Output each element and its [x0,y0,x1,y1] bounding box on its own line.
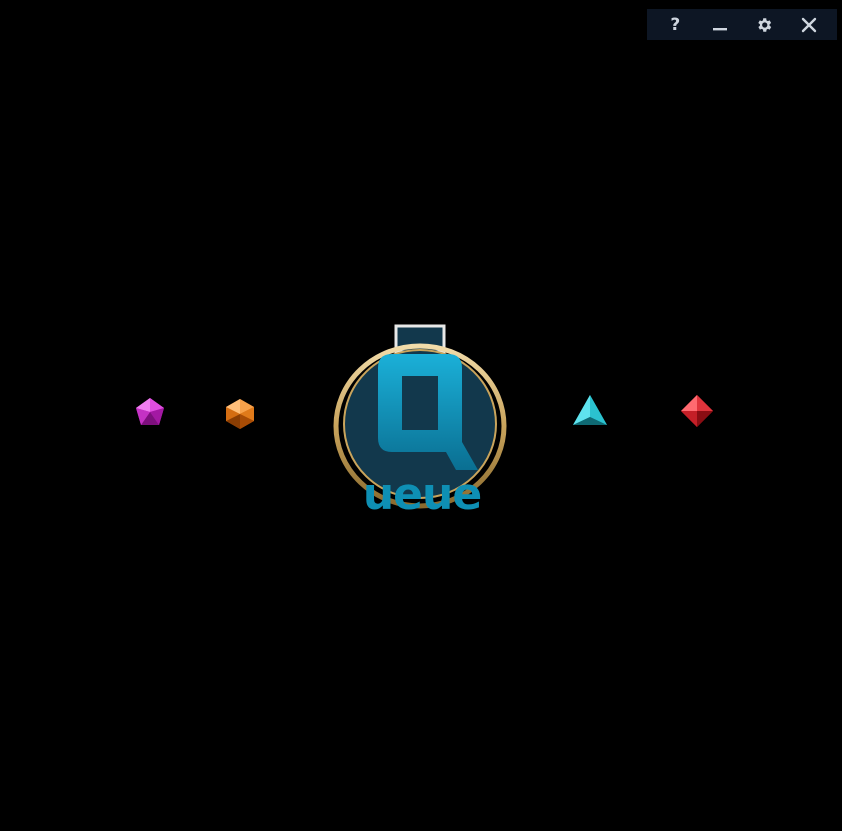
pentagon-gem-icon [136,398,164,425]
settings-button[interactable] [746,11,782,39]
queue-screen: ? ueue [0,0,842,831]
queue-logo: ueue [333,324,507,519]
minimize-icon [712,27,727,30]
close-button[interactable] [791,11,827,39]
hexagon-gem-icon [226,399,254,429]
minimize-button[interactable] [702,11,738,39]
gear-icon [758,17,772,32]
teal-gem [573,395,607,425]
red-gem [681,395,713,427]
pink-gem [136,398,164,425]
logo-text: ueue [363,469,481,519]
question-mark-icon: ? [670,14,681,35]
diamond-gem-icon [681,395,713,427]
help-button[interactable]: ? [657,11,693,39]
close-icon [801,17,816,32]
window-controls: ? [647,9,837,40]
orange-gem [226,399,254,429]
triangle-gem-icon [573,395,607,425]
